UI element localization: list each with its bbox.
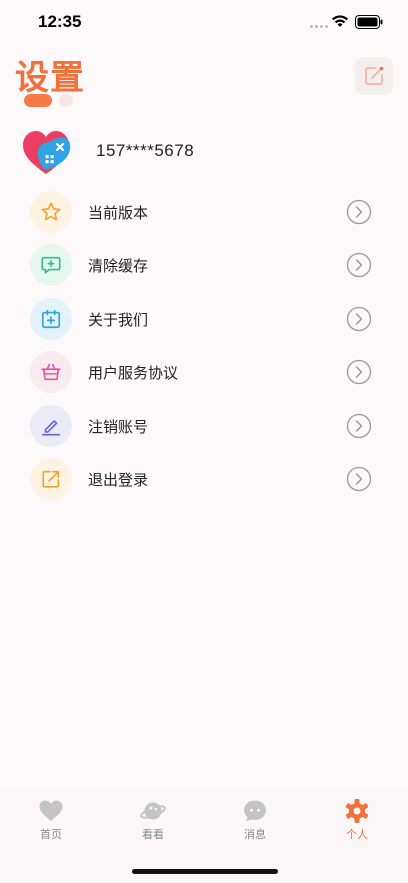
chevron-right-icon — [346, 253, 372, 278]
avatar — [23, 131, 71, 174]
heart-icon — [39, 800, 63, 821]
menu-item-logout[interactable]: 退出登录 — [0, 452, 408, 505]
chevron-right-icon — [346, 306, 372, 331]
title-decoration-dot — [59, 94, 73, 107]
menu-item-label: 用户服务协议 — [88, 364, 179, 383]
profile-row[interactable]: 157****5678 — [22, 128, 382, 178]
menu-item-user-agreement[interactable]: 用户服务协议 — [0, 345, 408, 398]
menu-item-label: 退出登录 — [88, 470, 149, 489]
status-bar: 12:35 — [0, 0, 408, 44]
chevron-right-icon — [346, 360, 372, 385]
calendar-plus-icon — [30, 297, 72, 340]
tab-label: 个人 — [346, 828, 368, 841]
battery-icon — [355, 15, 383, 29]
basket-icon — [30, 351, 72, 394]
menu-item-about-us[interactable]: 关于我们 — [0, 292, 408, 345]
menu-item-label: 注销账号 — [88, 417, 149, 436]
edit-profile-button[interactable] — [355, 57, 393, 95]
settings-menu: 当前版本 清除缓存 关于我们 用户服务协议 注销账号 退出登录 — [0, 185, 408, 505]
page-title: 设置 — [15, 58, 85, 98]
tab-label: 消息 — [244, 828, 266, 841]
message-icon — [244, 800, 266, 822]
planet-icon — [140, 802, 166, 820]
tab-messages[interactable]: 消息 — [225, 798, 285, 842]
share-out-icon — [30, 457, 72, 500]
status-time: 12:35 — [38, 12, 82, 31]
tab-label: 看看 — [142, 828, 164, 841]
menu-item-delete-account[interactable]: 注销账号 — [0, 399, 408, 452]
pencil-icon — [30, 404, 72, 447]
menu-item-label: 关于我们 — [88, 310, 149, 329]
profile-phone: 157****5678 — [96, 141, 195, 160]
tab-explore[interactable]: 看看 — [123, 798, 183, 842]
edit-icon — [365, 66, 384, 85]
gear-icon — [345, 799, 369, 823]
chevron-right-icon — [346, 413, 372, 438]
menu-item-label: 清除缓存 — [88, 257, 149, 276]
signal-icon — [310, 25, 328, 28]
tab-label: 首页 — [40, 828, 62, 841]
menu-item-version[interactable]: 当前版本 — [0, 185, 408, 238]
tab-home[interactable]: 首页 — [21, 798, 81, 842]
star-icon — [30, 191, 72, 233]
tab-profile[interactable]: 个人 — [327, 798, 387, 842]
chevron-right-icon — [346, 199, 372, 225]
menu-item-clear-cache[interactable]: 清除缓存 — [0, 238, 408, 291]
chat-plus-icon — [30, 244, 72, 287]
chevron-right-icon — [346, 466, 372, 492]
title-decoration-pill — [24, 94, 52, 107]
wifi-icon — [332, 15, 348, 27]
menu-item-label: 当前版本 — [88, 204, 149, 222]
home-indicator — [132, 869, 278, 874]
